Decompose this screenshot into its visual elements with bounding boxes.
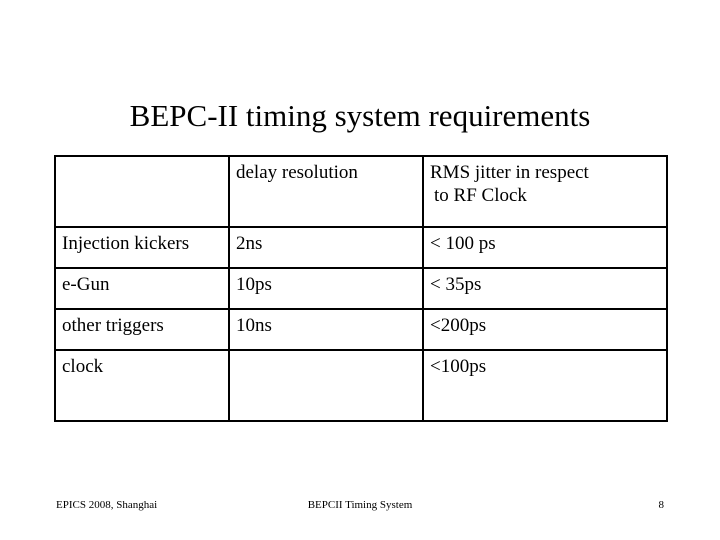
row-label-injection-kickers: Injection kickers: [54, 226, 230, 269]
slide-footer: EPICS 2008, Shanghai BEPCII Timing Syste…: [0, 494, 720, 516]
row-delay-e-gun: 10ps: [228, 267, 424, 310]
row-label-e-gun: e-Gun: [54, 267, 230, 310]
header-rms-jitter-line2: to RF Clock: [434, 185, 527, 206]
cell-text: [236, 355, 419, 356]
cell-text: e-Gun: [62, 274, 110, 295]
cell-text: Injection kickers: [62, 233, 190, 254]
table-row: e-Gun 10ps < 35ps: [54, 267, 668, 310]
table-row: Injection kickers 2ns < 100 ps: [54, 226, 668, 269]
header-blank-label: [62, 161, 225, 162]
row-label-clock: clock: [54, 349, 230, 422]
cell-text: clock: [62, 356, 104, 377]
cell-text: other triggers: [62, 315, 164, 336]
cell-text: 2ns: [236, 233, 263, 254]
header-rms-jitter-line1: RMS jitter in respect: [430, 162, 589, 183]
cell-text: < 35ps: [430, 274, 482, 295]
cell-text: <100ps: [430, 356, 487, 377]
slide-canvas: BEPC-II timing system requirements delay…: [0, 0, 720, 540]
table-row: other triggers 10ns <200ps: [54, 308, 668, 351]
header-cell-blank: [54, 155, 230, 228]
row-jitter-clock: <100ps: [422, 349, 668, 422]
row-delay-other-triggers: 10ns: [228, 308, 424, 351]
row-jitter-e-gun: < 35ps: [422, 267, 668, 310]
header-cell-delay-resolution: delay resolution: [228, 155, 424, 228]
cell-text: < 100 ps: [430, 233, 496, 254]
row-label-other-triggers: other triggers: [54, 308, 230, 351]
requirements-table: delay resolution RMS jitter in respect t…: [54, 155, 668, 422]
table-header-row: delay resolution RMS jitter in respect t…: [54, 155, 668, 228]
row-delay-clock: [228, 349, 424, 422]
header-cell-rms-jitter: RMS jitter in respect to RF Clock: [422, 155, 668, 228]
cell-text: 10ns: [236, 315, 272, 336]
row-jitter-other-triggers: <200ps: [422, 308, 668, 351]
footer-presentation-label: BEPCII Timing System: [307, 499, 413, 511]
row-jitter-injection-kickers: < 100 ps: [422, 226, 668, 269]
header-delay-resolution-label: delay resolution: [236, 162, 358, 183]
page-title: BEPC-II timing system requirements: [129, 97, 591, 133]
table-row: clock <100ps: [54, 349, 668, 422]
cell-text: <200ps: [430, 315, 487, 336]
footer-page-number: 8: [658, 499, 665, 511]
cell-text: 10ps: [236, 274, 272, 295]
row-delay-injection-kickers: 2ns: [228, 226, 424, 269]
